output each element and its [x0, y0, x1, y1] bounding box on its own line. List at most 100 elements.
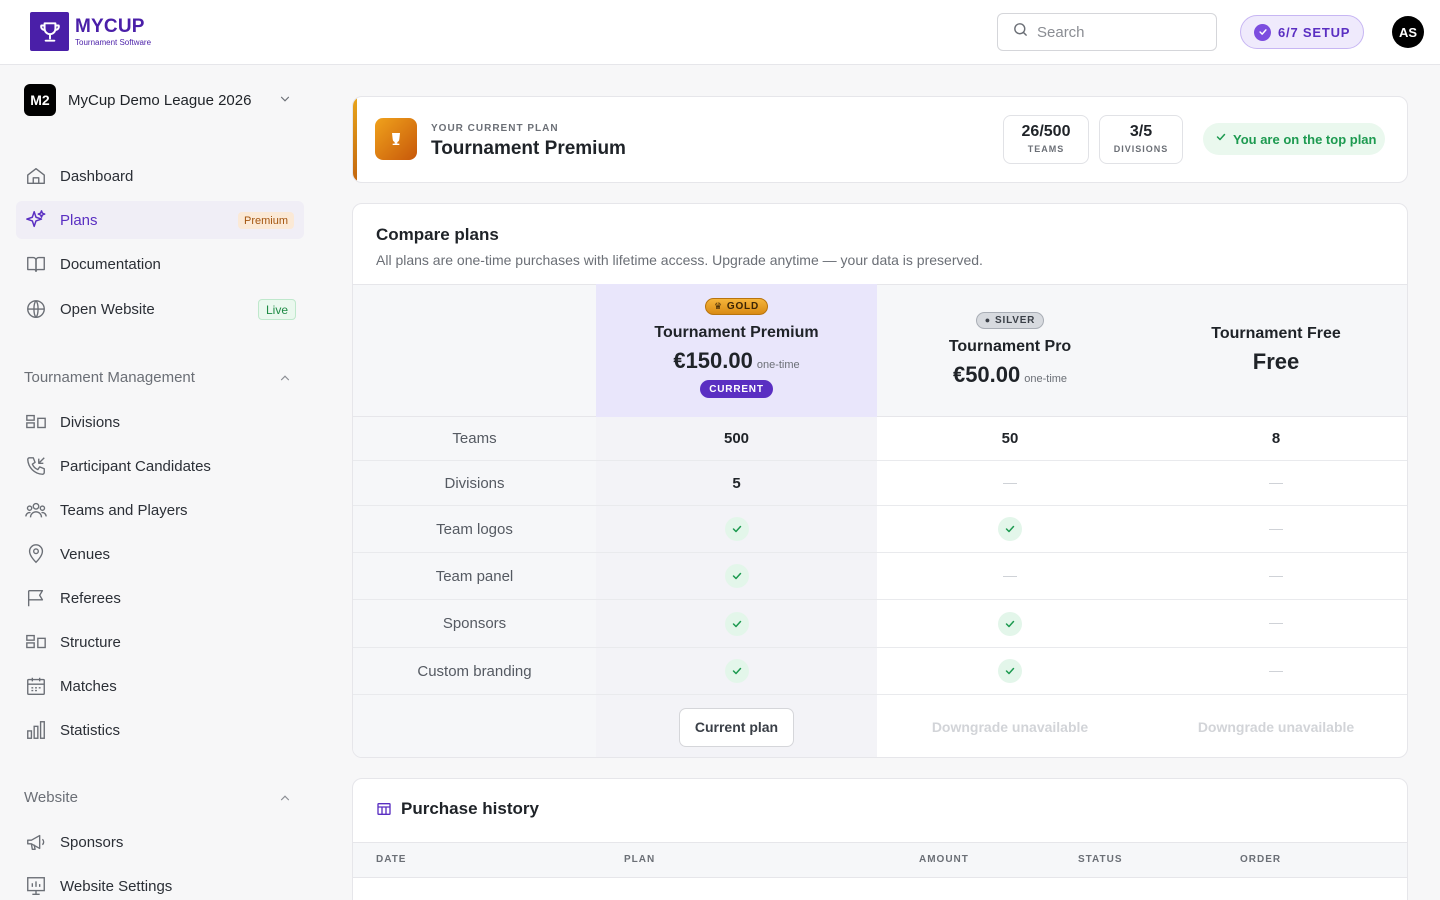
- sparkles-icon: [24, 208, 48, 232]
- sidebar-item-referees[interactable]: Referees: [16, 579, 304, 617]
- plan-name: Tournament Free: [1211, 325, 1341, 342]
- feature-row: Custom branding: [353, 648, 1407, 695]
- trophy-icon: [30, 12, 69, 51]
- plan-price-value: €50.00: [952, 361, 1021, 387]
- top-header: MYCUP Tournament Software Search 6/7 SET…: [0, 0, 1440, 65]
- divisions-icon: [24, 410, 48, 434]
- action-cell-pro: Downgrade unavailable: [877, 695, 1143, 757]
- tier-label: SILVER: [995, 314, 1036, 326]
- sidebar-item-participant-candidates[interactable]: Participant Candidates: [16, 447, 304, 485]
- sidebar-item-structure[interactable]: Structure: [16, 623, 304, 661]
- current-plan-button[interactable]: Current plan: [678, 707, 795, 747]
- section-website[interactable]: Website: [24, 789, 300, 806]
- avatar[interactable]: AS: [1392, 16, 1424, 48]
- sidebar-item-open-website[interactable]: Open Website Live: [16, 290, 304, 328]
- purchase-history-header: DATE PLAN AMOUNT STATUS ORDER: [353, 842, 1407, 878]
- sidebar-item-label: Plans: [60, 211, 98, 229]
- globe-icon: [24, 297, 48, 321]
- feature-row: Divisions 5: [353, 461, 1407, 506]
- plan-header-free: Tournament Free Free: [1143, 325, 1407, 375]
- feature-value: 5: [732, 474, 741, 492]
- sidebar-item-website-settings[interactable]: Website Settings: [16, 867, 304, 900]
- setup-label: 6/7 SETUP: [1278, 24, 1351, 40]
- plan-name: Tournament Premium: [654, 324, 819, 341]
- feature-value-cell: [596, 553, 877, 599]
- sidebar-item-label: Dashboard: [60, 167, 134, 185]
- check-icon: [998, 659, 1022, 683]
- downgrade-unavailable-button[interactable]: Downgrade unavailable: [1198, 719, 1354, 735]
- book-icon: [24, 252, 48, 276]
- sidebar-item-divisions[interactable]: Divisions: [16, 403, 304, 441]
- feature-value: 8: [1271, 430, 1281, 447]
- flag-icon: [24, 586, 48, 610]
- section-tournament-management[interactable]: Tournament Management: [24, 369, 300, 386]
- section-title-label: Website: [24, 789, 78, 806]
- app-logo[interactable]: MYCUP Tournament Software: [30, 12, 151, 51]
- sidebar-item-label: Divisions: [60, 413, 121, 431]
- sidebar-item-statistics[interactable]: Statistics: [16, 711, 304, 749]
- divisions-usage-value: 3/5: [1129, 123, 1153, 140]
- feature-value: 500: [723, 430, 750, 447]
- feature-value-cell: [877, 600, 1143, 647]
- league-selector[interactable]: M2 MyCup Demo League 2026: [24, 84, 300, 116]
- feature-row: Team panel: [353, 553, 1407, 600]
- sidebar-item-sponsors[interactable]: Sponsors: [16, 823, 304, 861]
- monitor-settings-icon: [24, 874, 48, 898]
- not-included-dash: [1269, 623, 1283, 624]
- feature-row: Teams 500 50 8: [353, 417, 1407, 461]
- sidebar-item-dashboard[interactable]: Dashboard: [16, 157, 304, 195]
- sidebar-item-teams-and-players[interactable]: Teams and Players: [16, 491, 304, 529]
- setup-progress-button[interactable]: 6/7 SETUP: [1240, 15, 1364, 49]
- not-included-dash: [1269, 482, 1283, 484]
- sidebar-item-venues[interactable]: Venues: [16, 535, 304, 573]
- plan-price: €150.00 one-time: [596, 348, 877, 374]
- feature-value-cell: 8: [1143, 417, 1407, 460]
- feature-row: Sponsors: [353, 600, 1407, 648]
- feature-label: Team panel: [353, 553, 596, 599]
- check-circle-icon: [1254, 23, 1271, 41]
- plan-header-pro: ● SILVER Tournament Pro €50.00 one-time: [877, 310, 1143, 388]
- not-included-dash: [1003, 575, 1017, 577]
- plan-price-unit: one-time: [756, 359, 800, 371]
- sidebar-item-label: Documentation: [60, 255, 161, 273]
- calendar-icon: [24, 674, 48, 698]
- section-title-label: Tournament Management: [24, 369, 195, 386]
- feature-value-cell: 50: [877, 417, 1143, 460]
- feature-value-cell: [596, 600, 877, 647]
- compare-subtitle: All plans are one-time purchases with li…: [376, 252, 983, 268]
- sidebar-item-plans[interactable]: Plans Premium: [16, 201, 304, 239]
- teams-usage-label: TEAMS: [1027, 144, 1065, 154]
- users-icon: [24, 498, 48, 522]
- structure-icon: [24, 630, 48, 654]
- teams-usage-value: 26/500: [1021, 123, 1071, 140]
- downgrade-unavailable-button[interactable]: Downgrade unavailable: [932, 719, 1088, 735]
- action-row: Current plan Downgrade unavailable Downg…: [353, 695, 1407, 757]
- teams-usage-stat: 26/500 TEAMS: [1003, 115, 1089, 164]
- feature-value: 50: [1001, 430, 1019, 447]
- sidebar-item-label: Teams and Players: [60, 501, 188, 519]
- plan-kicker: YOUR CURRENT PLAN: [431, 123, 559, 134]
- live-badge: Live: [257, 299, 296, 320]
- chevron-up-icon: [278, 371, 292, 389]
- feature-value-cell: [877, 648, 1143, 694]
- sidebar-item-matches[interactable]: Matches: [16, 667, 304, 705]
- feature-value-cell: [596, 648, 877, 694]
- chevron-up-icon: [278, 791, 292, 809]
- search-input[interactable]: Search: [997, 13, 1217, 51]
- sidebar-item-label: Sponsors: [60, 833, 124, 851]
- sidebar-item-documentation[interactable]: Documentation: [16, 245, 304, 283]
- plan-accent-bar: [353, 97, 357, 182]
- feature-value-cell: [596, 506, 877, 552]
- not-included-dash: [1269, 528, 1283, 530]
- purchase-history-title: Purchase history: [401, 799, 539, 818]
- action-cell-free: Downgrade unavailable: [1143, 695, 1407, 757]
- bar-chart-icon: [24, 718, 48, 742]
- column-header-order: ORDER: [1240, 854, 1282, 865]
- feature-label: Sponsors: [353, 600, 596, 647]
- sidebar-item-label: Matches: [60, 677, 117, 695]
- megaphone-icon: [24, 830, 48, 854]
- sidebar-item-label: Website Settings: [60, 877, 173, 895]
- top-plan-text: You are on the top plan: [1233, 131, 1377, 147]
- feature-value-cell: [1143, 600, 1407, 647]
- sidebar-item-label: Structure: [60, 633, 121, 651]
